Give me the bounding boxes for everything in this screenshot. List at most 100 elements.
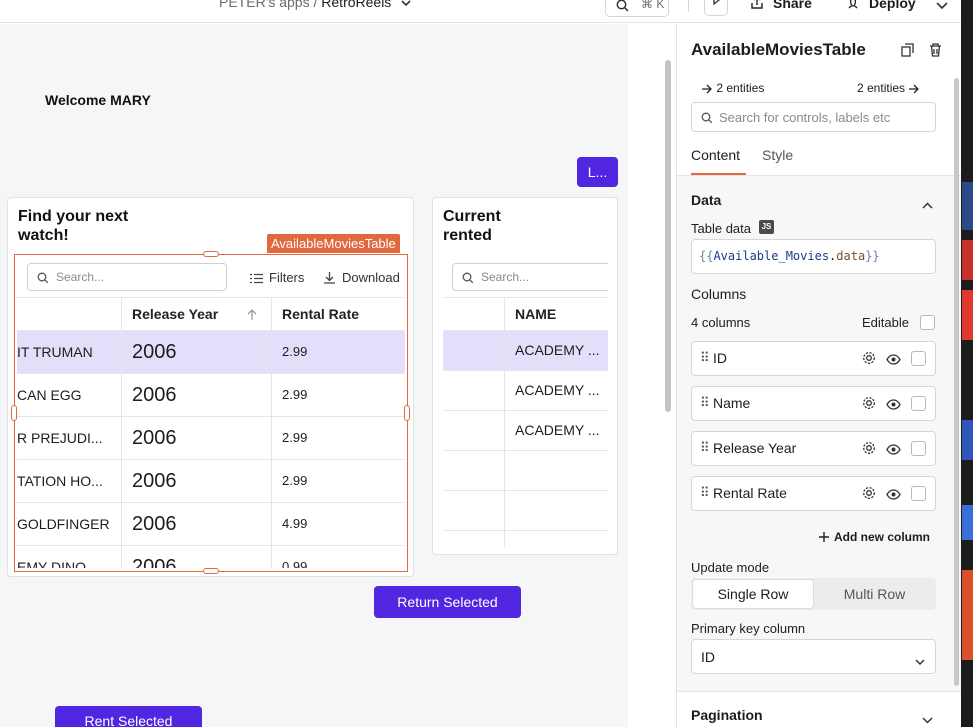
preview-button[interactable]	[704, 0, 728, 16]
search-icon	[462, 271, 474, 289]
deploy-menu-chevron-icon[interactable]	[936, 0, 948, 15]
table-row[interactable]: ACADEMY ...	[443, 331, 608, 371]
binding-variable: Available_Movies	[713, 249, 830, 263]
adjacent-window-thumbnail	[962, 290, 973, 340]
table-row[interactable]	[443, 491, 608, 531]
property-search-placeholder: Search for controls, labels etc	[719, 110, 891, 125]
cell-name[interactable]: ACADEMY ...	[505, 411, 608, 451]
table-data-input[interactable]: {{Available_Movies.data}}	[691, 239, 936, 274]
column-name: Release Year	[713, 440, 797, 456]
column-editable-checkbox[interactable]	[911, 486, 926, 501]
chevron-down-icon[interactable]	[401, 0, 411, 10]
resize-handle-top[interactable]	[203, 251, 219, 257]
column-editable-checkbox[interactable]	[911, 441, 926, 456]
drag-handle-icon[interactable]: ⠿	[700, 485, 709, 501]
column-item[interactable]: ⠿ ID	[691, 341, 936, 376]
update-mode-single-row[interactable]: Single Row	[693, 580, 813, 608]
chevron-up-icon[interactable]	[922, 196, 933, 214]
tab-style[interactable]: Style	[762, 147, 793, 163]
breadcrumb-app-name[interactable]: RetroReels	[321, 0, 391, 10]
table-data-label: Table data	[691, 221, 751, 236]
divider	[688, 0, 689, 12]
gear-icon[interactable]	[862, 441, 876, 460]
update-mode-toggle: Single Row Multi Row	[691, 578, 936, 610]
widget-title[interactable]: AvailableMoviesTable	[691, 40, 866, 60]
eye-icon[interactable]	[886, 442, 901, 460]
add-new-column-button[interactable]: Add new column	[819, 530, 930, 544]
update-mode-multi-row[interactable]: Multi Row	[815, 580, 934, 608]
incoming-entities-link[interactable]: 2 entities	[701, 81, 764, 95]
return-selected-button[interactable]: Return Selected	[374, 586, 521, 618]
gear-icon[interactable]	[862, 351, 876, 370]
table-row[interactable]	[443, 451, 608, 491]
column-editable-checkbox[interactable]	[911, 351, 926, 366]
resize-handle-right[interactable]	[404, 405, 410, 421]
gear-icon[interactable]	[862, 396, 876, 415]
cell-name[interactable]: ACADEMY ...	[505, 331, 608, 371]
play-icon	[713, 0, 721, 6]
arrow-right-icon	[702, 84, 712, 94]
top-bar: PETER's apps / RetroReels ⌘ K Share Depl…	[0, 0, 961, 23]
command-search-button[interactable]: ⌘ K	[605, 0, 669, 17]
widget-selection-outline	[14, 254, 408, 572]
canvas-scrollbar[interactable]	[665, 60, 671, 412]
widget-name-tag[interactable]: AvailableMoviesTable	[267, 234, 400, 253]
editable-all-checkbox[interactable]	[920, 315, 935, 330]
cell-name[interactable]: ACADEMY ...	[505, 371, 608, 411]
update-mode-label: Update mode	[691, 560, 770, 575]
table-row[interactable]: ACADEMY ...	[443, 411, 608, 451]
breadcrumb: PETER's apps / RetroReels	[219, 0, 411, 10]
share-button[interactable]: Share	[750, 0, 812, 11]
resize-handle-left[interactable]	[11, 405, 17, 421]
pagination-section-title[interactable]: Pagination	[691, 707, 763, 723]
header-name[interactable]: NAME	[505, 298, 608, 330]
available-movies-title[interactable]: Find your next watch!	[18, 207, 158, 245]
welcome-text[interactable]: Welcome MARY	[45, 92, 151, 108]
editable-label: Editable	[862, 315, 909, 330]
trash-icon[interactable]	[929, 43, 942, 62]
adjacent-window-thumbnail	[962, 570, 973, 660]
primary-key-select[interactable]: ID	[691, 639, 936, 674]
plus-icon	[819, 532, 829, 542]
drag-handle-icon[interactable]: ⠿	[700, 350, 709, 366]
columns-label: Columns	[691, 286, 747, 302]
outgoing-entities-link[interactable]: 2 entities	[857, 81, 920, 95]
column-name: Name	[713, 395, 751, 411]
logout-button[interactable]: L...	[577, 157, 618, 187]
js-toggle-badge[interactable]: JS	[759, 220, 774, 234]
chevron-down-icon[interactable]	[922, 711, 933, 727]
drag-handle-icon[interactable]: ⠿	[700, 440, 709, 456]
eye-icon[interactable]	[886, 487, 901, 505]
binding-property: data	[836, 249, 866, 263]
deploy-button[interactable]: Deploy	[846, 0, 916, 11]
table-row[interactable]: ACADEMY ...	[443, 371, 608, 411]
binding-close: }}	[865, 249, 880, 263]
current-rented-title[interactable]: Current rented	[443, 207, 523, 245]
breadcrumb-owner[interactable]: PETER's apps	[219, 0, 310, 10]
pane-scrollbar[interactable]	[954, 78, 959, 686]
cell-name[interactable]	[505, 451, 608, 491]
copy-icon[interactable]	[901, 43, 914, 62]
column-name: Rental Rate	[713, 485, 787, 501]
share-label: Share	[773, 0, 812, 11]
rent-selected-button[interactable]: Rent Selected	[55, 706, 202, 727]
column-item[interactable]: ⠿ Rental Rate	[691, 476, 936, 511]
column-editable-checkbox[interactable]	[911, 396, 926, 411]
gear-icon[interactable]	[862, 486, 876, 505]
column-name: ID	[713, 350, 727, 366]
adjacent-window-thumbnail	[962, 182, 973, 230]
current-rented-table[interactable]: Search... NAME ACADEMY ... ACADEMY ... ACA…	[443, 256, 608, 548]
rented-header-row: NAME	[443, 297, 608, 331]
tab-content[interactable]: Content	[691, 147, 740, 163]
column-item[interactable]: ⠿ Name	[691, 386, 936, 421]
eye-icon[interactable]	[886, 397, 901, 415]
property-search-input[interactable]: Search for controls, labels etc	[691, 102, 936, 132]
data-section-title[interactable]: Data	[691, 192, 721, 208]
adjacent-window-thumbnail	[962, 420, 973, 460]
rented-search-input[interactable]: Search...	[452, 263, 608, 291]
drag-handle-icon[interactable]: ⠿	[700, 395, 709, 411]
cell-name[interactable]	[505, 491, 608, 531]
eye-icon[interactable]	[886, 352, 901, 370]
resize-handle-bottom[interactable]	[203, 568, 219, 574]
column-item[interactable]: ⠿ Release Year	[691, 431, 936, 466]
